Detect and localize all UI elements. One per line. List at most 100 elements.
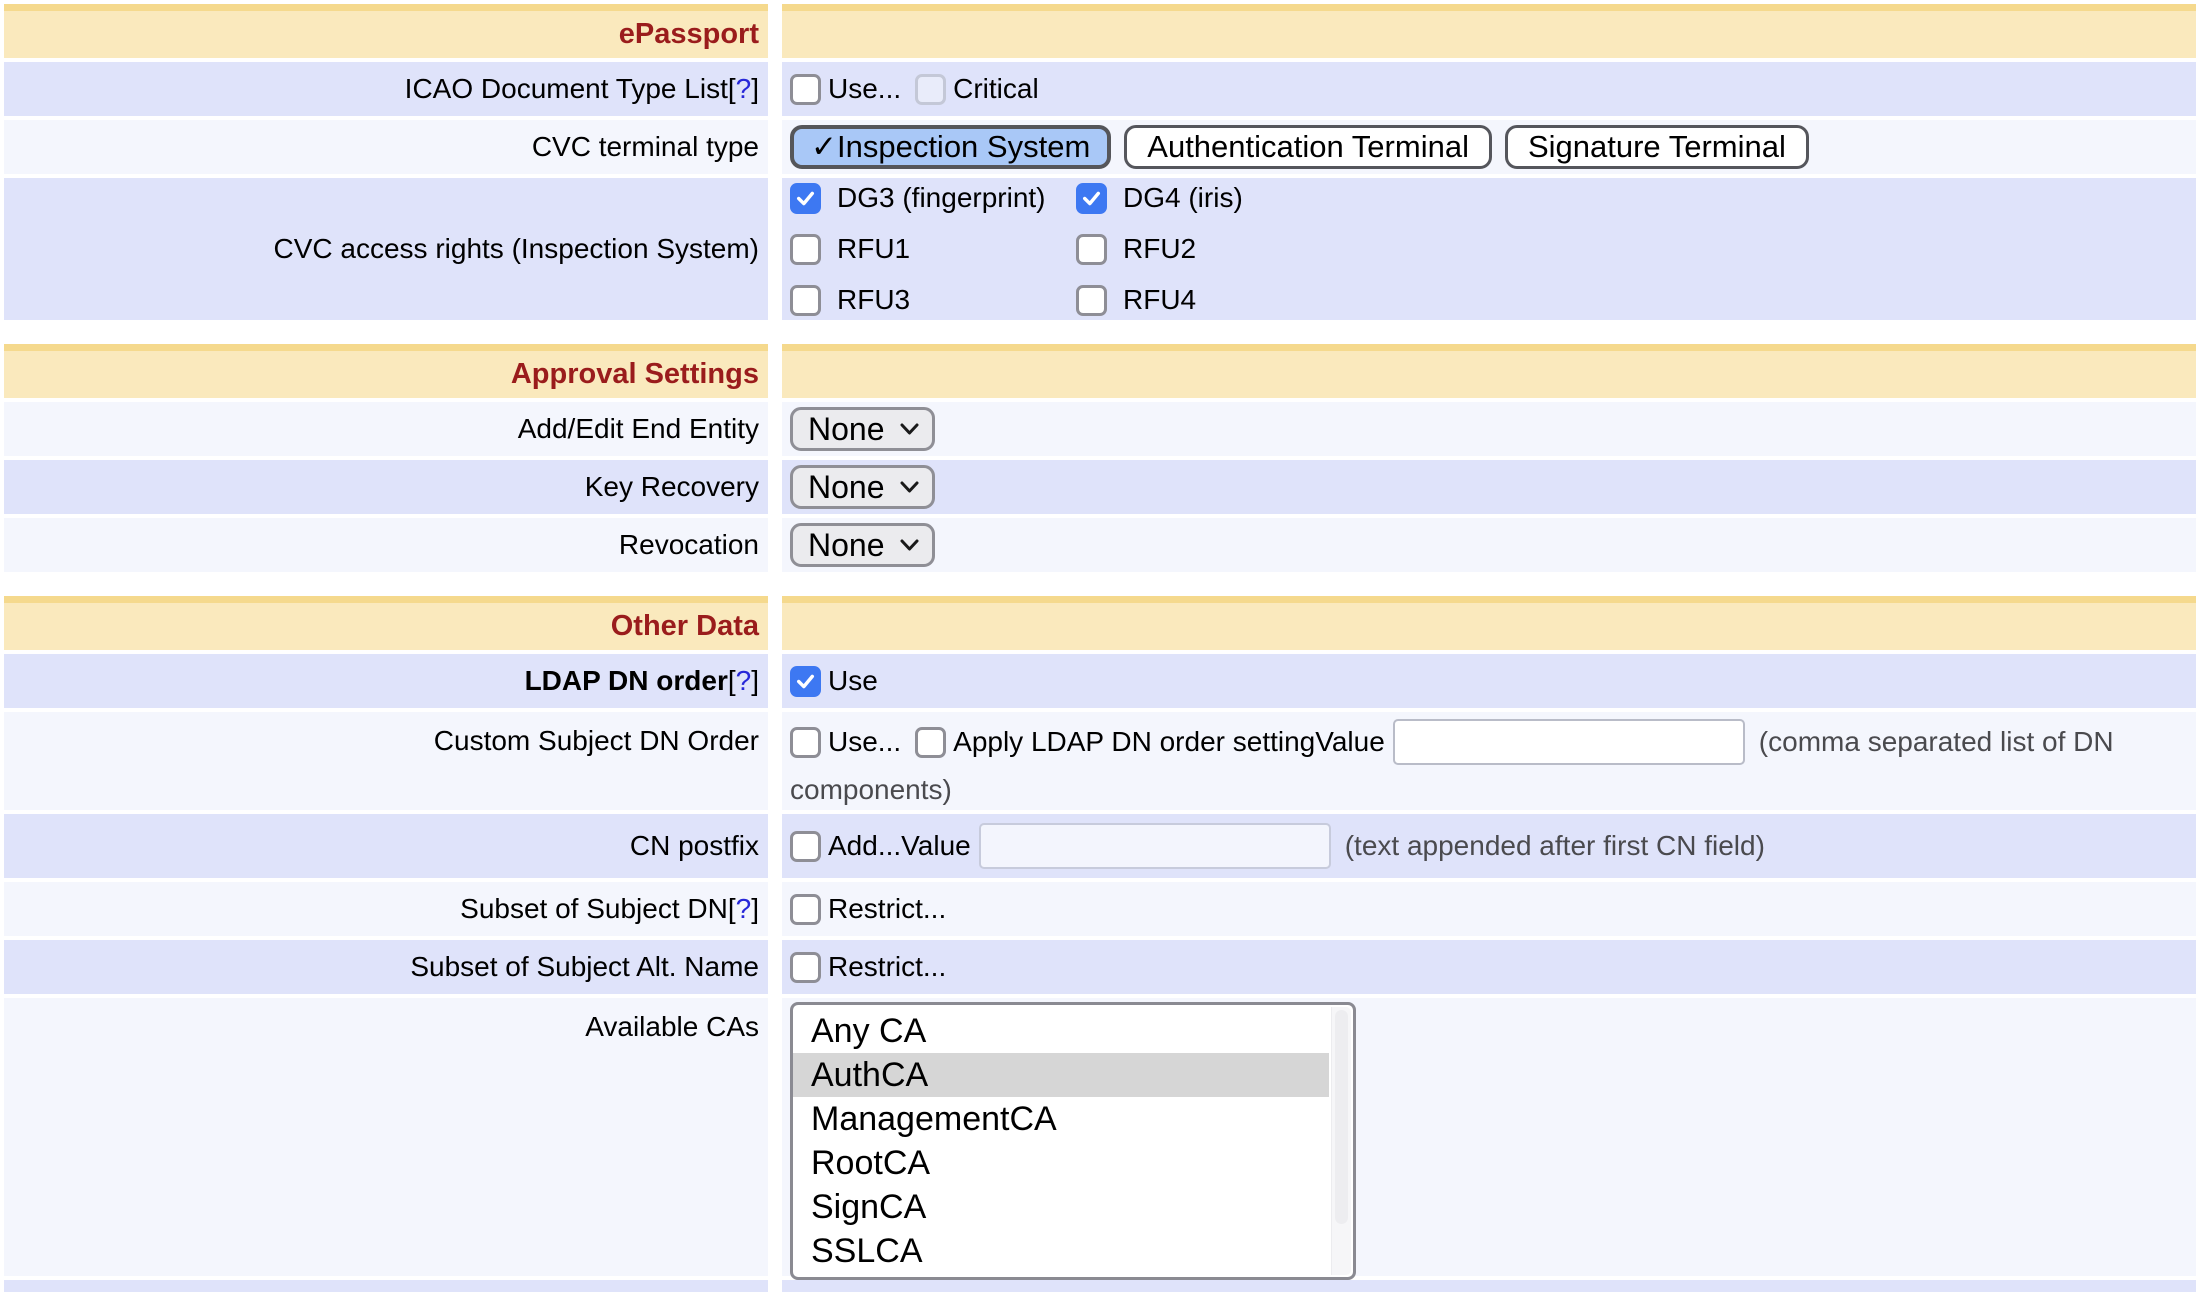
custom-dn-controls: Use... Apply LDAP DN order setting Value…: [790, 714, 2114, 770]
row-revocation: Revocation None: [4, 518, 2196, 572]
ldap-dn-order-label: LDAP DN order: [525, 665, 728, 697]
key-recovery-label: Key Recovery: [585, 471, 759, 503]
cn-postfix-value-label: Value: [901, 830, 971, 862]
section-header-other-data: Other Data: [4, 596, 2196, 650]
available-cas-listbox[interactable]: Any CA AuthCA ManagementCA RootCA SignCA…: [790, 1002, 1356, 1280]
section-title: Approval Settings: [511, 358, 759, 391]
cn-postfix-add-checkbox[interactable]: [790, 831, 821, 862]
ca-option-signca[interactable]: SignCA: [793, 1185, 1329, 1229]
help-bracket: ]: [751, 73, 759, 105]
icao-critical-label[interactable]: Critical: [953, 73, 1039, 105]
rfu3-checkbox[interactable]: [790, 285, 821, 316]
section-approval-settings: Approval Settings Add/Edit End Entity No…: [4, 344, 2196, 572]
cn-postfix-hint: (text appended after first CN field): [1345, 830, 1765, 862]
section-title: Other Data: [611, 610, 759, 643]
listbox-scrollbar[interactable]: [1331, 1007, 1351, 1275]
ca-option-managementca[interactable]: ManagementCA: [793, 1097, 1329, 1141]
ca-option-rootca[interactable]: RootCA: [793, 1141, 1329, 1185]
revocation-select[interactable]: None: [790, 523, 935, 567]
available-cas-label: Available CAs: [585, 1011, 759, 1043]
cvc-access-item: DG3 (fingerprint): [790, 182, 1076, 214]
rfu4-label[interactable]: RFU4: [1123, 284, 1196, 316]
dg4-label[interactable]: DG4 (iris): [1123, 182, 1243, 214]
custom-dn-apply-ldap-label[interactable]: Apply LDAP DN order setting: [953, 726, 1315, 758]
row-next-partial: [4, 1280, 2196, 1292]
custom-dn-use-checkbox[interactable]: [790, 727, 821, 758]
custom-subject-dn-order-label: Custom Subject DN Order: [434, 725, 759, 757]
row-key-recovery: Key Recovery None: [4, 460, 2196, 514]
help-link[interactable]: ?: [736, 665, 752, 697]
icao-critical-checkbox[interactable]: [915, 74, 946, 105]
help-bracket: [: [728, 893, 736, 925]
dg3-checkbox[interactable]: [790, 183, 821, 214]
section-header-epassport: ePassport: [4, 4, 2196, 58]
custom-dn-value-label: Value: [1315, 726, 1385, 758]
rfu1-checkbox[interactable]: [790, 234, 821, 265]
custom-dn-apply-ldap-checkbox[interactable]: [915, 727, 946, 758]
cvc-terminal-type-label: CVC terminal type: [532, 131, 759, 163]
rfu2-label[interactable]: RFU2: [1123, 233, 1196, 265]
row-cvc-access-rights: CVC access rights (Inspection System) DG…: [4, 178, 2196, 320]
row-add-edit-end-entity: Add/Edit End Entity None: [4, 402, 2196, 456]
cvc-access-item: RFU2: [1076, 233, 1243, 265]
row-available-cas: Available CAs Any CA AuthCA ManagementCA…: [4, 998, 2196, 1276]
ldap-dn-order-use-label[interactable]: Use: [828, 665, 878, 697]
key-recovery-select[interactable]: None: [790, 465, 935, 509]
subset-subject-dn-restrict-label[interactable]: Restrict...: [828, 893, 946, 925]
inspection-system-button[interactable]: ✓Inspection System: [790, 125, 1111, 169]
row-cvc-terminal-type: CVC terminal type ✓Inspection System Aut…: [4, 120, 2196, 174]
help-link[interactable]: ?: [736, 73, 752, 105]
select-value: None: [808, 527, 885, 564]
help-link[interactable]: ?: [736, 893, 752, 925]
check-prefix: ✓: [811, 129, 837, 165]
section-header-approval: Approval Settings: [4, 344, 2196, 398]
custom-dn-use-label[interactable]: Use...: [828, 726, 901, 758]
ca-option-authca[interactable]: AuthCA: [793, 1053, 1329, 1097]
subset-subject-dn-label: Subset of Subject DN: [460, 893, 728, 925]
icao-use-label[interactable]: Use...: [828, 73, 901, 105]
subset-subject-dn-restrict-checkbox[interactable]: [790, 894, 821, 925]
add-edit-end-entity-select[interactable]: None: [790, 407, 935, 451]
dg3-label[interactable]: DG3 (fingerprint): [837, 182, 1046, 214]
row-cn-postfix: CN postfix Add... Value (text appended a…: [4, 814, 2196, 878]
select-value: None: [808, 411, 885, 448]
chevron-down-icon: [900, 423, 919, 435]
select-value: None: [808, 469, 885, 506]
section-title: ePassport: [619, 18, 759, 51]
help-bracket: ]: [751, 665, 759, 697]
ca-option-sslca[interactable]: SSLCA: [793, 1229, 1329, 1273]
cn-postfix-value-input[interactable]: [979, 823, 1331, 869]
rfu4-checkbox[interactable]: [1076, 285, 1107, 316]
custom-dn-hint-line1: (comma separated list of DN: [1759, 726, 2114, 758]
subset-alt-name-label: Subset of Subject Alt. Name: [410, 951, 759, 983]
rfu1-label[interactable]: RFU1: [837, 233, 910, 265]
row-subset-of-subject-alt-name: Subset of Subject Alt. Name Restrict...: [4, 940, 2196, 994]
add-edit-end-entity-label: Add/Edit End Entity: [518, 413, 759, 445]
row-ldap-dn-order: LDAP DN order[?] Use: [4, 654, 2196, 708]
help-bracket: [: [728, 665, 736, 697]
certificate-profile-form: ePassport ICAO Document Type List[?] Use…: [0, 0, 2200, 1300]
custom-dn-value-input[interactable]: [1393, 719, 1745, 765]
row-icao-document-type-list: ICAO Document Type List[?] Use... Critic…: [4, 62, 2196, 116]
rfu3-label[interactable]: RFU3: [837, 284, 910, 316]
scrollbar-thumb[interactable]: [1335, 1010, 1348, 1224]
section-other-data: Other Data LDAP DN order[?] Use Custom S…: [4, 596, 2196, 1292]
cvc-access-item: RFU3: [790, 284, 1076, 316]
authentication-terminal-button[interactable]: Authentication Terminal: [1124, 125, 1492, 169]
cvc-access-item: RFU4: [1076, 284, 1243, 316]
row-custom-subject-dn-order: Custom Subject DN Order Use... Apply LDA…: [4, 712, 2196, 810]
cn-postfix-add-label[interactable]: Add...: [828, 830, 901, 862]
chevron-down-icon: [900, 481, 919, 493]
ca-option-any-ca[interactable]: Any CA: [793, 1009, 1329, 1053]
help-bracket: ]: [751, 893, 759, 925]
help-bracket: [: [728, 73, 736, 105]
ldap-dn-order-use-checkbox[interactable]: [790, 666, 821, 697]
cvc-access-grid: DG3 (fingerprint) DG4 (iris) RFU1 RFU2: [790, 182, 1243, 316]
subset-alt-name-restrict-label[interactable]: Restrict...: [828, 951, 946, 983]
signature-terminal-button[interactable]: Signature Terminal: [1505, 125, 1809, 169]
rfu2-checkbox[interactable]: [1076, 234, 1107, 265]
dg4-checkbox[interactable]: [1076, 183, 1107, 214]
subset-alt-name-restrict-checkbox[interactable]: [790, 952, 821, 983]
icao-use-checkbox[interactable]: [790, 74, 821, 105]
cvc-access-item: DG4 (iris): [1076, 182, 1243, 214]
